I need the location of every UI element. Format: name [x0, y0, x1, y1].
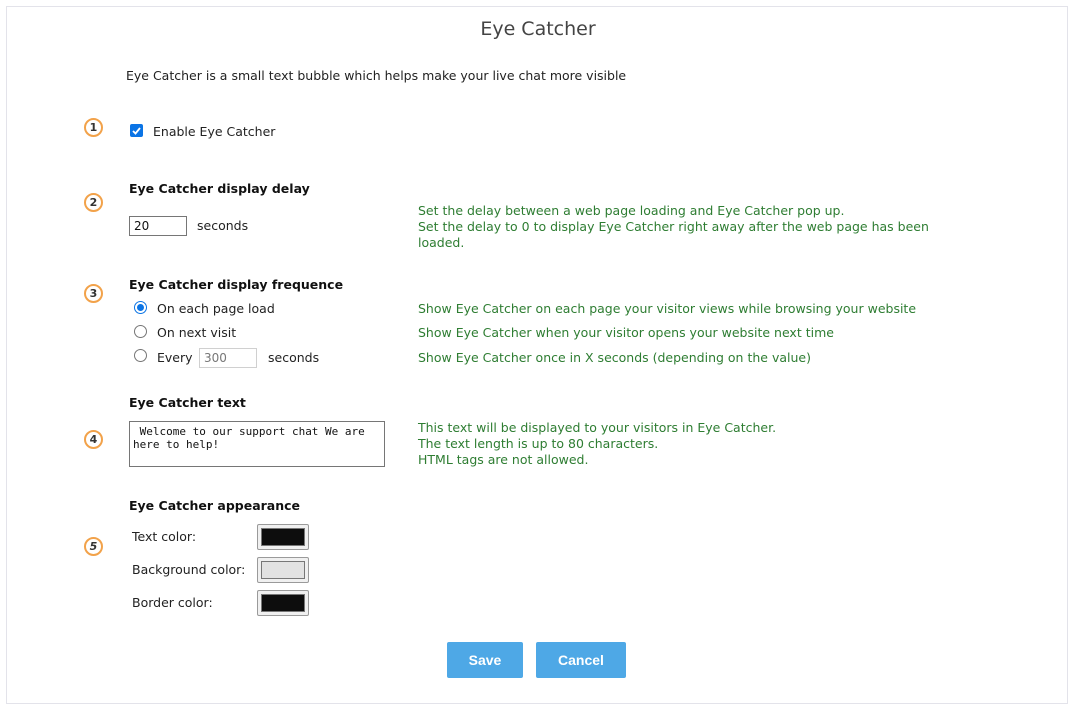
text-color-picker[interactable] [257, 524, 309, 550]
delay-heading: Eye Catcher display delay [129, 181, 310, 196]
background-color-picker[interactable] [257, 557, 309, 583]
appearance-heading: Eye Catcher appearance [129, 498, 301, 513]
step-badge-1: 1 [84, 118, 103, 137]
eye-catcher-text-area[interactable]: Welcome to our support chat We are here … [129, 421, 385, 467]
checkmark-icon [132, 126, 141, 135]
intro-text: Eye Catcher is a small text bubble which… [126, 68, 627, 83]
delay-help-line-1: Set the delay between a web page loading… [418, 203, 845, 218]
each-page-load-help: Show Eye Catcher on each page your visit… [418, 301, 917, 316]
radio-each-page-load-label[interactable]: On each page load [157, 301, 275, 316]
step-badge-3: 3 [84, 284, 103, 303]
text-help-line-3: HTML tags are not allowed. [418, 452, 589, 467]
background-color-label: Background color: [132, 562, 246, 577]
radio-next-visit[interactable] [134, 325, 147, 338]
save-button[interactable]: Save [447, 642, 523, 678]
every-seconds-input[interactable] [199, 348, 257, 368]
step-badge-2: 2 [84, 193, 103, 212]
radio-every-label[interactable]: Every [157, 350, 193, 365]
step-badge-5: 5 [84, 537, 103, 556]
text-color-swatch [261, 528, 305, 546]
step-badge-4: 4 [84, 430, 103, 449]
frequence-heading: Eye Catcher display frequence [129, 277, 344, 292]
background-color-swatch [261, 561, 305, 579]
delay-input[interactable] [129, 216, 187, 236]
delay-unit: seconds [197, 218, 249, 233]
text-color-label: Text color: [132, 529, 197, 544]
delay-help-line-2: Set the delay to 0 to display Eye Catche… [418, 219, 929, 234]
text-help-line-2: The text length is up to 80 characters. [418, 436, 659, 451]
page-title: Eye Catcher [480, 18, 596, 40]
border-color-swatch [261, 594, 305, 612]
every-help: Show Eye Catcher once in X seconds (depe… [418, 350, 811, 365]
delay-help-line-3: loaded. [418, 235, 465, 250]
enable-eye-catcher-checkbox[interactable] [130, 124, 143, 137]
cancel-button[interactable]: Cancel [536, 642, 626, 678]
every-seconds-unit: seconds [268, 350, 320, 365]
radio-every[interactable] [134, 349, 147, 362]
text-heading: Eye Catcher text [129, 395, 246, 410]
border-color-picker[interactable] [257, 590, 309, 616]
enable-eye-catcher-label[interactable]: Enable Eye Catcher [153, 124, 275, 139]
next-visit-help: Show Eye Catcher when your visitor opens… [418, 325, 834, 340]
radio-each-page-load[interactable] [134, 301, 147, 314]
border-color-label: Border color: [132, 595, 213, 610]
text-help-line-1: This text will be displayed to your visi… [418, 420, 777, 435]
radio-next-visit-label[interactable]: On next visit [157, 325, 236, 340]
